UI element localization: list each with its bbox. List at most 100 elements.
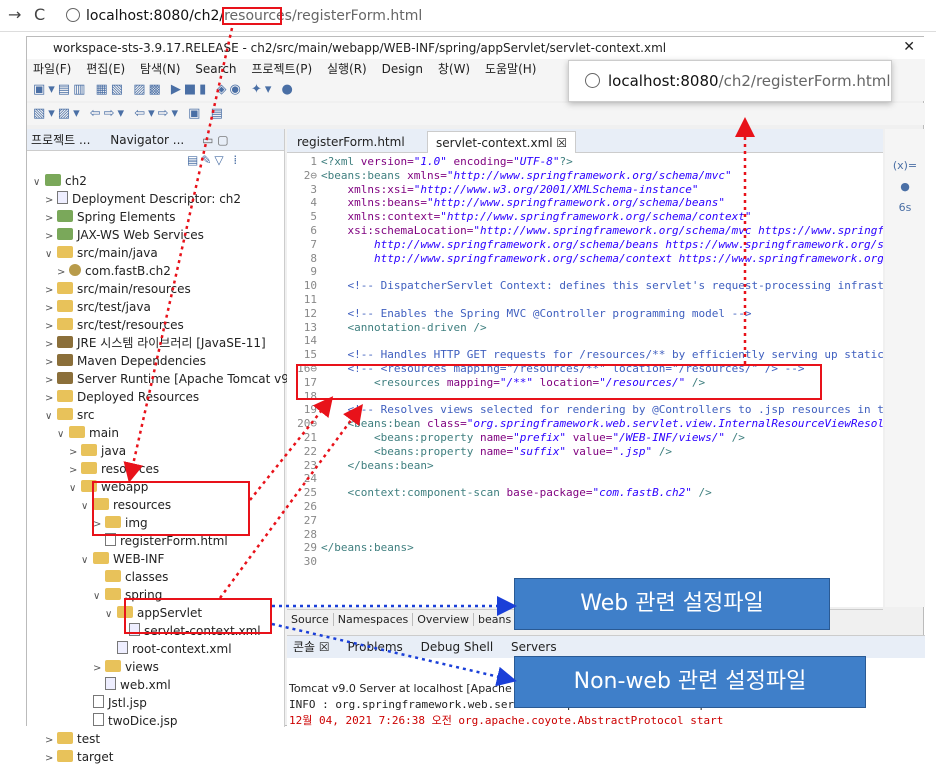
code-line: 22 <beans:property name="suffix" value="…	[287, 445, 883, 459]
console-tabs: 콘솔 ☒ Problems Debug Shell Servers	[287, 636, 925, 658]
tree-item-label: Deployed Resources	[77, 390, 200, 404]
line-number: 21	[303, 431, 317, 444]
tab-beans[interactable]: beans	[474, 613, 517, 626]
expand-toggle-icon[interactable]: ∨	[81, 550, 93, 571]
popup-url-host: localhost:8080	[608, 72, 719, 90]
tab-problems[interactable]: Problems	[347, 640, 402, 654]
xml-icon	[57, 191, 68, 204]
info-icon	[66, 8, 80, 22]
code-line: 5 xmlns:context="http://www.springframew…	[287, 210, 883, 224]
url-host: localhost:8080/ch2/	[86, 8, 225, 24]
line-number: 27	[303, 513, 317, 527]
line-number: 6	[310, 224, 317, 237]
menu-edit[interactable]: 편집(E)	[86, 62, 125, 76]
callout-nonweb-config: Non-web 관련 설정파일	[514, 656, 866, 708]
tab-overview[interactable]: Overview	[413, 613, 475, 626]
tree-item-label: Server Runtime [Apache Tomcat v9.0]	[77, 372, 306, 386]
tree-item-label: src	[77, 408, 95, 422]
code-line: 24	[287, 472, 883, 486]
info-icon	[585, 73, 600, 88]
close-window-icon[interactable]: ✕	[903, 39, 915, 55]
navigator-tab[interactable]: Navigator ...	[110, 133, 184, 147]
line-number: 2⊖	[303, 168, 317, 182]
code-line: 12 <!-- Enables the Spring MVC @Controll…	[287, 307, 883, 321]
lib-icon	[57, 372, 73, 384]
code-line: 29 </beans:beans>	[287, 541, 883, 555]
expand-toggle-icon[interactable]: ∨	[93, 586, 105, 607]
expand-toggle-icon[interactable]: ∨	[69, 478, 81, 499]
code-line: 4 xmlns:beans="http://www.springframewor…	[287, 196, 883, 210]
breakpoints-icon[interactable]: ●	[885, 180, 925, 193]
line-number: 11	[303, 293, 317, 306]
code-line: 2⊖ <beans:beans xmlns="http://www.springf…	[287, 169, 883, 183]
expand-toggle-icon[interactable]: ∨	[45, 406, 57, 427]
tree-item-label: JAX-WS Web Services	[77, 228, 204, 242]
tree-item-label: java	[101, 444, 127, 458]
back-arrow-icon[interactable]: →	[8, 5, 21, 24]
menu-project[interactable]: 프로젝트(P)	[251, 62, 312, 76]
minimize-icon[interactable]: ▭ ▢	[202, 133, 229, 147]
tab-console[interactable]: 콘솔 ☒	[293, 640, 330, 654]
highlight-context-files	[124, 598, 272, 634]
tab-source[interactable]: Source	[287, 613, 334, 626]
tab-debug-shell[interactable]: Debug Shell	[421, 640, 494, 654]
editor-tabs: registerForm.html servlet-context.xml ☒	[287, 129, 883, 153]
xml-icon	[117, 641, 128, 654]
expand-toggle-icon[interactable]: ∨	[105, 604, 117, 625]
code-line: 15 <!-- Handles HTTP GET requests for /r…	[287, 348, 883, 362]
tab-servlet-context[interactable]: servlet-context.xml ☒	[427, 131, 577, 153]
code-line: 10 <!-- DispatcherServlet Context: defin…	[287, 279, 883, 293]
tree-item[interactable]: > target	[45, 747, 114, 768]
outline-strip: (x)= ● 6s	[885, 129, 925, 607]
menu-design[interactable]: Design	[382, 62, 423, 76]
line-number: 4	[310, 196, 317, 210]
menu-window[interactable]: 창(W)	[438, 62, 470, 76]
line-number: 24	[303, 472, 317, 486]
browser-url-popup: localhost:8080/ch2/registerForm.html	[568, 60, 892, 102]
folder-icon	[57, 732, 73, 744]
expand-toggle-icon[interactable]: >	[45, 748, 57, 769]
explorer-toolbar[interactable]: ▤✎▽ ⁞	[187, 153, 240, 167]
outline-icon[interactable]: (x)=	[885, 159, 925, 172]
console-server-label: Tomcat v9.0 Server at localhost [Apache …	[289, 682, 538, 695]
proj-icon	[57, 210, 73, 222]
line-number: 29	[303, 541, 317, 555]
code-line: 9	[287, 265, 883, 279]
code-line: 13 <annotation-driven />	[287, 321, 883, 335]
tab-servers[interactable]: Servers	[511, 640, 557, 654]
reload-icon[interactable]: C	[34, 5, 45, 24]
folder-icon	[93, 552, 109, 564]
menu-search[interactable]: Search	[195, 62, 236, 76]
menu-file[interactable]: 파일(F)	[33, 62, 71, 76]
line-number: 19	[303, 403, 317, 417]
expand-toggle-icon[interactable]: ∨	[57, 424, 69, 445]
line-number: 12	[303, 306, 317, 320]
line-number: 9	[310, 265, 317, 279]
proj-icon	[45, 174, 61, 186]
folder-icon	[105, 660, 121, 672]
code-line: 28	[287, 528, 883, 542]
expressions-icon[interactable]: 6s	[885, 201, 925, 214]
tab-registerform[interactable]: registerForm.html	[289, 131, 413, 153]
line-number: 20⊖	[297, 417, 317, 431]
code-line: 3 xmlns:xsi="http://www.w3.org/2001/XMLS…	[287, 183, 883, 197]
menu-help[interactable]: 도움말(H)	[485, 62, 537, 76]
lib-icon	[57, 354, 73, 366]
tree-item-label: web.xml	[120, 678, 171, 692]
expand-toggle-icon[interactable]: ∨	[33, 172, 45, 193]
code-line: 25 <context:component-scan base-package=…	[287, 486, 883, 500]
project-tab[interactable]: 프로젝트 ...	[31, 133, 90, 147]
code-line: 21 <beans:property name="prefix" value="…	[287, 431, 883, 445]
secondary-toolbar[interactable]: ▧▾▨▾ ⇦⇨▾ ⇦▾⇨▾ ▣ ▤	[27, 103, 925, 125]
menu-navigate[interactable]: 탐색(N)	[140, 62, 180, 76]
tree-item-label: Deployment Descriptor: ch2	[72, 192, 242, 206]
tab-namespaces[interactable]: Namespaces	[333, 613, 414, 626]
tree-item-label: main	[89, 426, 119, 440]
tree-item-label: com.fastB.ch2	[85, 264, 171, 278]
highlight-resources-folder	[92, 481, 250, 536]
code-line: 19 <!-- Resolves views selected for rend…	[287, 403, 883, 417]
tree-item-label: test	[77, 732, 101, 746]
menu-run[interactable]: 실행(R)	[327, 62, 367, 76]
expand-toggle-icon[interactable]: ∨	[45, 244, 57, 265]
browser-toolbar: → C localhost:8080/ch2/resources/registe…	[0, 0, 936, 32]
